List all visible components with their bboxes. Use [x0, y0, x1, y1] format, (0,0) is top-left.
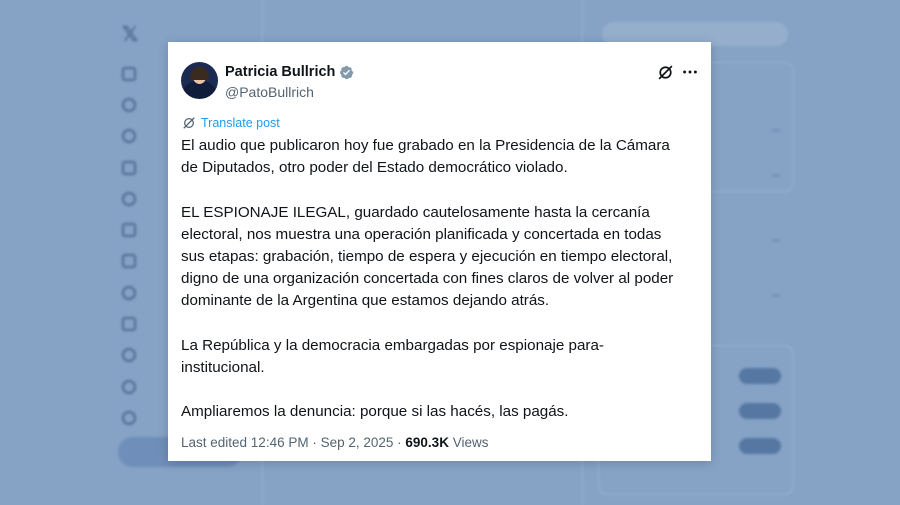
author-handle[interactable]: @PatoBullrich	[225, 84, 314, 100]
translate-icon	[183, 117, 195, 129]
search-icon	[122, 97, 136, 112]
author-name[interactable]: Patricia Bullrich	[225, 64, 335, 80]
background-nav-item	[122, 308, 148, 339]
home-icon	[122, 66, 136, 81]
edited-timestamp[interactable]: Last edited 12:46 PM · Sep 2, 2025 ·	[181, 435, 405, 450]
premium-icon	[122, 317, 136, 332]
background-nav-item	[122, 246, 148, 277]
tweet-text: El audio que publicaron hoy fue grabado …	[181, 135, 701, 424]
translate-post-link[interactable]: Translate post	[182, 116, 280, 130]
verified-badge-icon	[340, 65, 354, 79]
background-nav-item	[122, 402, 148, 433]
background-dash	[772, 295, 780, 296]
background-sidebar-nav	[122, 58, 148, 434]
bell-icon	[122, 129, 136, 144]
verified-orgs-icon	[122, 348, 136, 363]
views-count: 690.3K	[405, 435, 449, 450]
tweet-paragraph: La República y la democracia embargadas …	[181, 336, 604, 376]
tweet-paragraph: EL ESPIONAJE ILEGAL, guardado cautelosam…	[181, 203, 674, 310]
background-dash	[772, 130, 780, 131]
background-follow-button	[739, 403, 781, 419]
tweet-paragraph: El audio que publicaron hoy fue grabado …	[181, 137, 670, 177]
background-follow-button	[739, 368, 781, 384]
background-nav-item	[122, 371, 148, 402]
background-nav-item	[122, 58, 148, 89]
background-nav-item	[122, 340, 148, 371]
background-nav-item	[122, 214, 148, 245]
tweet-card: Patricia Bullrich @PatoBullrich Translat…	[168, 42, 711, 461]
background-nav-item	[122, 277, 148, 308]
background-nav-item	[122, 183, 148, 214]
mail-icon	[122, 160, 136, 175]
grok-icon[interactable]	[657, 64, 674, 81]
grok-icon	[122, 191, 136, 206]
background-nav-item	[122, 89, 148, 120]
background-nav-item	[122, 152, 148, 183]
profile-icon	[122, 379, 136, 394]
bookmark-icon	[122, 223, 136, 238]
more-circle-icon	[122, 410, 136, 425]
background-dash	[772, 175, 780, 176]
communities-icon	[122, 285, 136, 300]
more-icon[interactable]	[681, 63, 699, 81]
views-label: Views	[448, 435, 489, 450]
background-follow-button	[739, 438, 781, 454]
background-dash	[772, 240, 780, 241]
jobs-icon	[122, 254, 136, 269]
author-name-row[interactable]: Patricia Bullrich	[225, 64, 354, 80]
x-logo-icon: 𝕏	[122, 24, 139, 46]
tweet-paragraph: Ampliaremos la denuncia: porque si las h…	[181, 403, 569, 421]
translate-post-label[interactable]: Translate post	[201, 116, 280, 130]
tweet-metadata: Last edited 12:46 PM · Sep 2, 2025 · 690…	[181, 435, 488, 450]
avatar[interactable]	[181, 62, 218, 99]
background-nav-item	[122, 121, 148, 152]
